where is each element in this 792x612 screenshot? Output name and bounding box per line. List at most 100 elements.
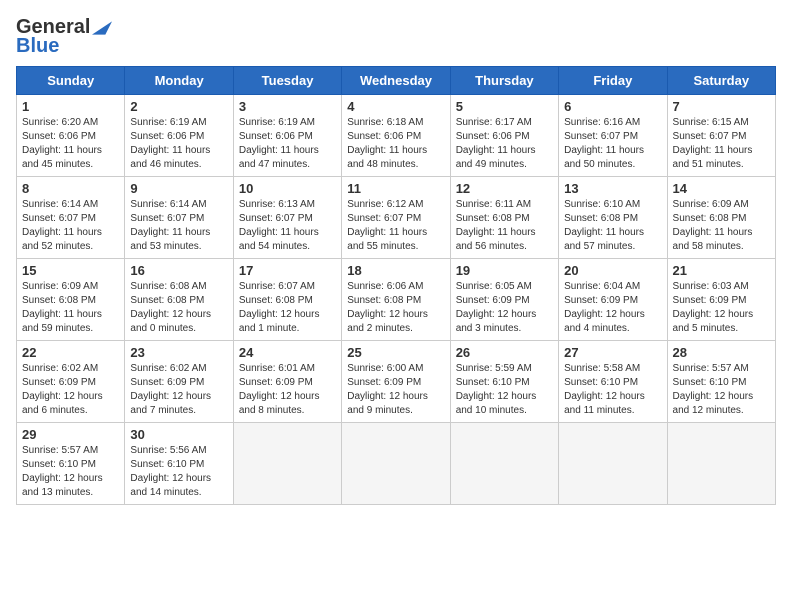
empty-cell <box>342 423 450 505</box>
day-cell-17: 17 Sunrise: 6:07 AM Sunset: 6:08 PM Dayl… <box>233 259 341 341</box>
day-info: Sunrise: 6:08 AM Sunset: 6:08 PM Dayligh… <box>130 280 227 336</box>
sunrise-time: Sunrise: 6:13 AM <box>239 199 315 210</box>
daylight-hours: Daylight: 12 hours and 12 minutes. <box>673 391 754 416</box>
day-info: Sunrise: 5:58 AM Sunset: 6:10 PM Dayligh… <box>564 362 661 418</box>
sunrise-time: Sunrise: 6:15 AM <box>673 117 749 128</box>
daylight-hours: Daylight: 11 hours and 59 minutes. <box>22 309 102 334</box>
day-info: Sunrise: 6:19 AM Sunset: 6:06 PM Dayligh… <box>130 116 227 172</box>
day-cell-15: 15 Sunrise: 6:09 AM Sunset: 6:08 PM Dayl… <box>17 259 125 341</box>
day-header-saturday: Saturday <box>667 67 775 95</box>
day-cell-21: 21 Sunrise: 6:03 AM Sunset: 6:09 PM Dayl… <box>667 259 775 341</box>
day-number: 10 <box>239 181 336 196</box>
empty-cell <box>559 423 667 505</box>
daylight-hours: Daylight: 12 hours and 8 minutes. <box>239 391 320 416</box>
day-cell-29: 29 Sunrise: 5:57 AM Sunset: 6:10 PM Dayl… <box>17 423 125 505</box>
daylight-hours: Daylight: 12 hours and 14 minutes. <box>130 473 211 498</box>
sunset-time: Sunset: 6:09 PM <box>673 295 747 306</box>
day-info: Sunrise: 6:17 AM Sunset: 6:06 PM Dayligh… <box>456 116 553 172</box>
day-header-monday: Monday <box>125 67 233 95</box>
day-number: 6 <box>564 99 661 114</box>
sunset-time: Sunset: 6:07 PM <box>347 213 421 224</box>
calendar-week-4: 22 Sunrise: 6:02 AM Sunset: 6:09 PM Dayl… <box>17 341 776 423</box>
daylight-hours: Daylight: 11 hours and 50 minutes. <box>564 145 644 170</box>
sunrise-time: Sunrise: 6:06 AM <box>347 281 423 292</box>
day-number: 15 <box>22 263 119 278</box>
day-cell-4: 4 Sunrise: 6:18 AM Sunset: 6:06 PM Dayli… <box>342 95 450 177</box>
day-header-wednesday: Wednesday <box>342 67 450 95</box>
day-number: 27 <box>564 345 661 360</box>
day-info: Sunrise: 6:06 AM Sunset: 6:08 PM Dayligh… <box>347 280 444 336</box>
day-number: 9 <box>130 181 227 196</box>
sunrise-time: Sunrise: 6:02 AM <box>130 363 206 374</box>
daylight-hours: Daylight: 11 hours and 55 minutes. <box>347 227 427 252</box>
day-info: Sunrise: 5:59 AM Sunset: 6:10 PM Dayligh… <box>456 362 553 418</box>
logo-icon <box>92 21 112 35</box>
day-info: Sunrise: 6:19 AM Sunset: 6:06 PM Dayligh… <box>239 116 336 172</box>
logo-blue: Blue <box>16 35 59 58</box>
day-info: Sunrise: 6:09 AM Sunset: 6:08 PM Dayligh… <box>673 198 770 254</box>
daylight-hours: Daylight: 11 hours and 56 minutes. <box>456 227 536 252</box>
daylight-hours: Daylight: 11 hours and 47 minutes. <box>239 145 319 170</box>
daylight-hours: Daylight: 12 hours and 1 minute. <box>239 309 320 334</box>
day-cell-12: 12 Sunrise: 6:11 AM Sunset: 6:08 PM Dayl… <box>450 177 558 259</box>
day-number: 23 <box>130 345 227 360</box>
daylight-hours: Daylight: 11 hours and 57 minutes. <box>564 227 644 252</box>
day-cell-1: 1 Sunrise: 6:20 AM Sunset: 6:06 PM Dayli… <box>17 95 125 177</box>
day-number: 16 <box>130 263 227 278</box>
day-number: 19 <box>456 263 553 278</box>
daylight-hours: Daylight: 12 hours and 6 minutes. <box>22 391 103 416</box>
day-number: 26 <box>456 345 553 360</box>
day-cell-22: 22 Sunrise: 6:02 AM Sunset: 6:09 PM Dayl… <box>17 341 125 423</box>
calendar: SundayMondayTuesdayWednesdayThursdayFrid… <box>16 66 776 505</box>
sunset-time: Sunset: 6:10 PM <box>456 377 530 388</box>
sunrise-time: Sunrise: 6:18 AM <box>347 117 423 128</box>
sunset-time: Sunset: 6:07 PM <box>239 213 313 224</box>
day-info: Sunrise: 6:15 AM Sunset: 6:07 PM Dayligh… <box>673 116 770 172</box>
day-info: Sunrise: 6:20 AM Sunset: 6:06 PM Dayligh… <box>22 116 119 172</box>
sunrise-time: Sunrise: 6:07 AM <box>239 281 315 292</box>
day-cell-27: 27 Sunrise: 5:58 AM Sunset: 6:10 PM Dayl… <box>559 341 667 423</box>
empty-cell <box>450 423 558 505</box>
sunrise-time: Sunrise: 6:05 AM <box>456 281 532 292</box>
day-cell-13: 13 Sunrise: 6:10 AM Sunset: 6:08 PM Dayl… <box>559 177 667 259</box>
day-header-friday: Friday <box>559 67 667 95</box>
day-cell-9: 9 Sunrise: 6:14 AM Sunset: 6:07 PM Dayli… <box>125 177 233 259</box>
daylight-hours: Daylight: 11 hours and 53 minutes. <box>130 227 210 252</box>
sunrise-time: Sunrise: 6:19 AM <box>130 117 206 128</box>
sunset-time: Sunset: 6:09 PM <box>347 377 421 388</box>
sunset-time: Sunset: 6:09 PM <box>239 377 313 388</box>
empty-cell <box>667 423 775 505</box>
sunset-time: Sunset: 6:06 PM <box>239 131 313 142</box>
day-cell-26: 26 Sunrise: 5:59 AM Sunset: 6:10 PM Dayl… <box>450 341 558 423</box>
sunset-time: Sunset: 6:07 PM <box>673 131 747 142</box>
sunrise-time: Sunrise: 6:19 AM <box>239 117 315 128</box>
sunset-time: Sunset: 6:07 PM <box>130 213 204 224</box>
sunset-time: Sunset: 6:08 PM <box>347 295 421 306</box>
day-number: 17 <box>239 263 336 278</box>
sunset-time: Sunset: 6:10 PM <box>22 459 96 470</box>
calendar-week-2: 8 Sunrise: 6:14 AM Sunset: 6:07 PM Dayli… <box>17 177 776 259</box>
sunrise-time: Sunrise: 5:57 AM <box>22 445 98 456</box>
day-number: 12 <box>456 181 553 196</box>
day-number: 1 <box>22 99 119 114</box>
day-number: 20 <box>564 263 661 278</box>
day-header-tuesday: Tuesday <box>233 67 341 95</box>
logo: General Blue <box>16 16 112 58</box>
day-cell-5: 5 Sunrise: 6:17 AM Sunset: 6:06 PM Dayli… <box>450 95 558 177</box>
sunset-time: Sunset: 6:06 PM <box>130 131 204 142</box>
day-number: 30 <box>130 427 227 442</box>
day-cell-10: 10 Sunrise: 6:13 AM Sunset: 6:07 PM Dayl… <box>233 177 341 259</box>
daylight-hours: Daylight: 11 hours and 54 minutes. <box>239 227 319 252</box>
daylight-hours: Daylight: 12 hours and 4 minutes. <box>564 309 645 334</box>
page-header: General Blue <box>16 16 776 58</box>
sunrise-time: Sunrise: 6:01 AM <box>239 363 315 374</box>
day-number: 22 <box>22 345 119 360</box>
sunrise-time: Sunrise: 6:03 AM <box>673 281 749 292</box>
day-info: Sunrise: 6:14 AM Sunset: 6:07 PM Dayligh… <box>130 198 227 254</box>
sunset-time: Sunset: 6:08 PM <box>673 213 747 224</box>
sunrise-time: Sunrise: 6:14 AM <box>22 199 98 210</box>
day-cell-28: 28 Sunrise: 5:57 AM Sunset: 6:10 PM Dayl… <box>667 341 775 423</box>
daylight-hours: Daylight: 12 hours and 9 minutes. <box>347 391 428 416</box>
day-number: 28 <box>673 345 770 360</box>
calendar-week-3: 15 Sunrise: 6:09 AM Sunset: 6:08 PM Dayl… <box>17 259 776 341</box>
